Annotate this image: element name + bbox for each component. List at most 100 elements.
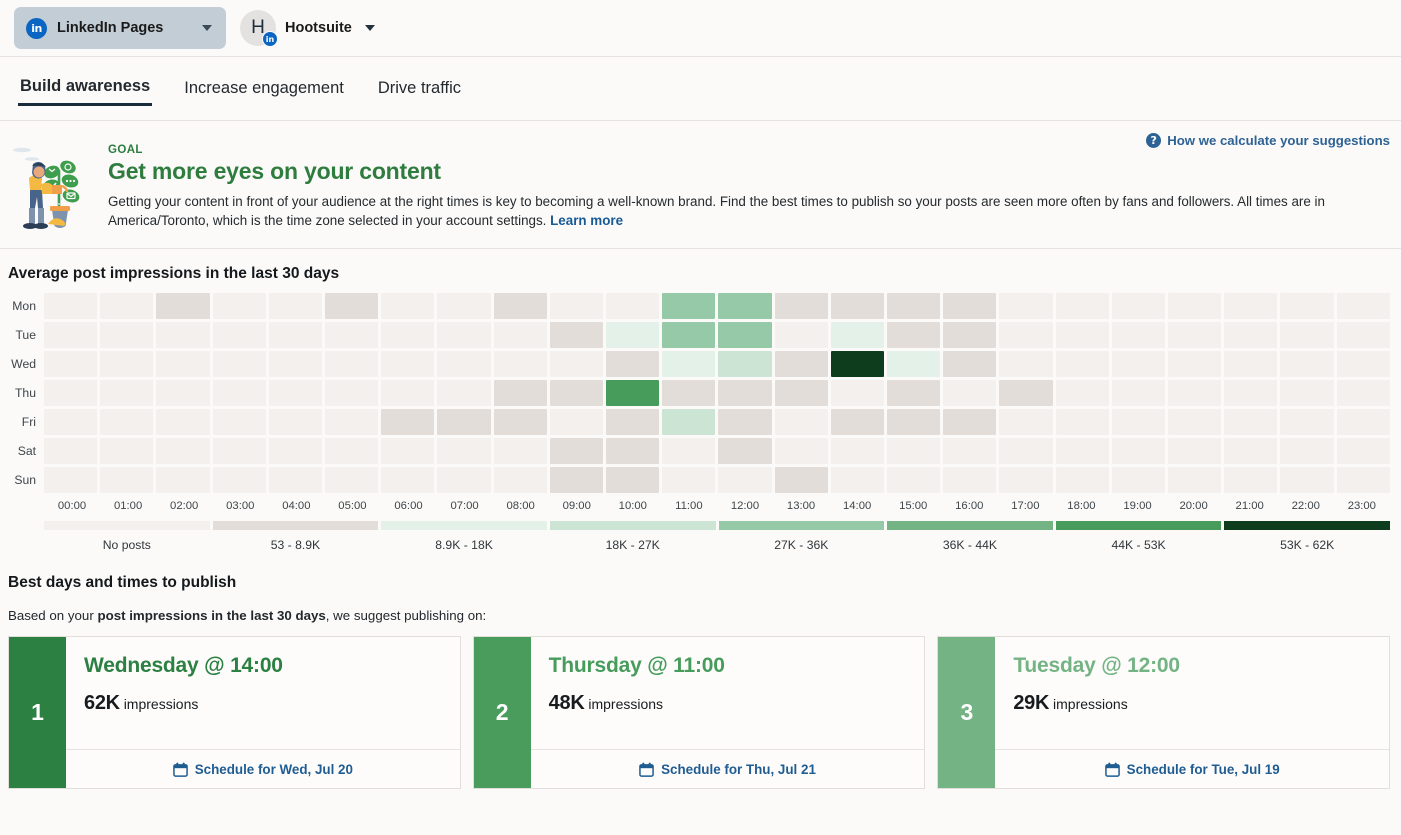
heatmap-cell[interactable] xyxy=(550,293,603,319)
heatmap-cell[interactable] xyxy=(887,467,940,493)
heatmap-cell[interactable] xyxy=(269,380,322,406)
heatmap-cell[interactable] xyxy=(156,322,209,348)
heatmap-cell[interactable] xyxy=(269,467,322,493)
heatmap-cell[interactable] xyxy=(831,438,884,464)
heatmap-cell[interactable] xyxy=(606,438,659,464)
heatmap-cell[interactable] xyxy=(943,351,996,377)
heatmap-cell[interactable] xyxy=(550,322,603,348)
heatmap-cell[interactable] xyxy=(775,438,828,464)
heatmap-cell[interactable] xyxy=(718,467,771,493)
heatmap-cell[interactable] xyxy=(1280,467,1333,493)
heatmap-cell[interactable] xyxy=(1280,293,1333,319)
heatmap-cell[interactable] xyxy=(325,322,378,348)
heatmap-cell[interactable] xyxy=(381,293,434,319)
heatmap-cell[interactable] xyxy=(1224,351,1277,377)
heatmap-cell[interactable] xyxy=(1168,293,1221,319)
heatmap-cell[interactable] xyxy=(1112,438,1165,464)
heatmap-cell[interactable] xyxy=(156,351,209,377)
heatmap-cell[interactable] xyxy=(1112,380,1165,406)
heatmap-cell[interactable] xyxy=(999,467,1052,493)
heatmap-cell[interactable] xyxy=(437,467,490,493)
heatmap-cell[interactable] xyxy=(1056,467,1109,493)
heatmap-cell[interactable] xyxy=(999,322,1052,348)
heatmap-cell[interactable] xyxy=(494,467,547,493)
heatmap-cell[interactable] xyxy=(999,351,1052,377)
heatmap-cell[interactable] xyxy=(606,467,659,493)
account-selector[interactable]: in LinkedIn Pages xyxy=(14,7,226,49)
heatmap-cell[interactable] xyxy=(718,438,771,464)
heatmap-cell[interactable] xyxy=(550,380,603,406)
heatmap-cell[interactable] xyxy=(887,322,940,348)
heatmap-cell[interactable] xyxy=(1337,380,1390,406)
heatmap-cell[interactable] xyxy=(1224,467,1277,493)
heatmap-cell[interactable] xyxy=(156,293,209,319)
how-we-calculate-link[interactable]: ? How we calculate your suggestions xyxy=(1146,133,1390,148)
heatmap-cell[interactable] xyxy=(100,293,153,319)
tab-increase-engagement[interactable]: Increase engagement xyxy=(182,73,346,105)
heatmap-cell[interactable] xyxy=(1112,467,1165,493)
tab-build-awareness[interactable]: Build awareness xyxy=(18,71,152,106)
heatmap-cell[interactable] xyxy=(213,380,266,406)
schedule-button[interactable]: Schedule for Tue, Jul 19 xyxy=(995,749,1389,788)
heatmap-cell[interactable] xyxy=(606,380,659,406)
heatmap-cell[interactable] xyxy=(1168,380,1221,406)
heatmap-cell[interactable] xyxy=(1280,351,1333,377)
heatmap-cell[interactable] xyxy=(606,322,659,348)
heatmap-cell[interactable] xyxy=(943,380,996,406)
heatmap-cell[interactable] xyxy=(1056,293,1109,319)
heatmap-cell[interactable] xyxy=(718,351,771,377)
heatmap-cell[interactable] xyxy=(213,438,266,464)
heatmap-cell[interactable] xyxy=(943,438,996,464)
heatmap-cell[interactable] xyxy=(831,293,884,319)
schedule-button[interactable]: Schedule for Wed, Jul 20 xyxy=(66,749,460,788)
heatmap-cell[interactable] xyxy=(325,438,378,464)
heatmap-cell[interactable] xyxy=(381,438,434,464)
heatmap-cell[interactable] xyxy=(1337,438,1390,464)
heatmap-cell[interactable] xyxy=(1280,380,1333,406)
heatmap-cell[interactable] xyxy=(1112,322,1165,348)
heatmap-cell[interactable] xyxy=(831,380,884,406)
heatmap-cell[interactable] xyxy=(269,409,322,435)
heatmap-cell[interactable] xyxy=(1056,409,1109,435)
heatmap-cell[interactable] xyxy=(775,409,828,435)
heatmap-cell[interactable] xyxy=(437,409,490,435)
heatmap-cell[interactable] xyxy=(775,322,828,348)
heatmap-cell[interactable] xyxy=(831,409,884,435)
heatmap-cell[interactable] xyxy=(437,351,490,377)
heatmap-cell[interactable] xyxy=(999,380,1052,406)
heatmap-cell[interactable] xyxy=(1112,293,1165,319)
heatmap-cell[interactable] xyxy=(381,467,434,493)
heatmap-cell[interactable] xyxy=(1168,438,1221,464)
heatmap-cell[interactable] xyxy=(494,293,547,319)
heatmap-cell[interactable] xyxy=(1056,322,1109,348)
heatmap-cell[interactable] xyxy=(44,409,97,435)
heatmap-cell[interactable] xyxy=(494,380,547,406)
heatmap-cell[interactable] xyxy=(1224,409,1277,435)
heatmap-cell[interactable] xyxy=(1168,351,1221,377)
heatmap-cell[interactable] xyxy=(44,322,97,348)
heatmap-cell[interactable] xyxy=(44,351,97,377)
heatmap-cell[interactable] xyxy=(550,438,603,464)
heatmap-cell[interactable] xyxy=(1224,438,1277,464)
heatmap-cell[interactable] xyxy=(1224,293,1277,319)
heatmap-cell[interactable] xyxy=(100,351,153,377)
heatmap-cell[interactable] xyxy=(44,438,97,464)
heatmap-cell[interactable] xyxy=(1280,409,1333,435)
heatmap-cell[interactable] xyxy=(606,293,659,319)
heatmap-cell[interactable] xyxy=(943,322,996,348)
heatmap-cell[interactable] xyxy=(213,293,266,319)
heatmap-cell[interactable] xyxy=(1168,322,1221,348)
heatmap-cell[interactable] xyxy=(775,351,828,377)
heatmap-cell[interactable] xyxy=(662,467,715,493)
heatmap-cell[interactable] xyxy=(943,293,996,319)
heatmap-cell[interactable] xyxy=(269,351,322,377)
heatmap-cell[interactable] xyxy=(662,322,715,348)
heatmap-cell[interactable] xyxy=(1337,409,1390,435)
heatmap-cell[interactable] xyxy=(943,467,996,493)
heatmap-cell[interactable] xyxy=(999,409,1052,435)
heatmap-cell[interactable] xyxy=(381,351,434,377)
heatmap-cell[interactable] xyxy=(999,293,1052,319)
heatmap-cell[interactable] xyxy=(550,467,603,493)
heatmap-cell[interactable] xyxy=(887,293,940,319)
learn-more-link[interactable]: Learn more xyxy=(550,213,623,228)
